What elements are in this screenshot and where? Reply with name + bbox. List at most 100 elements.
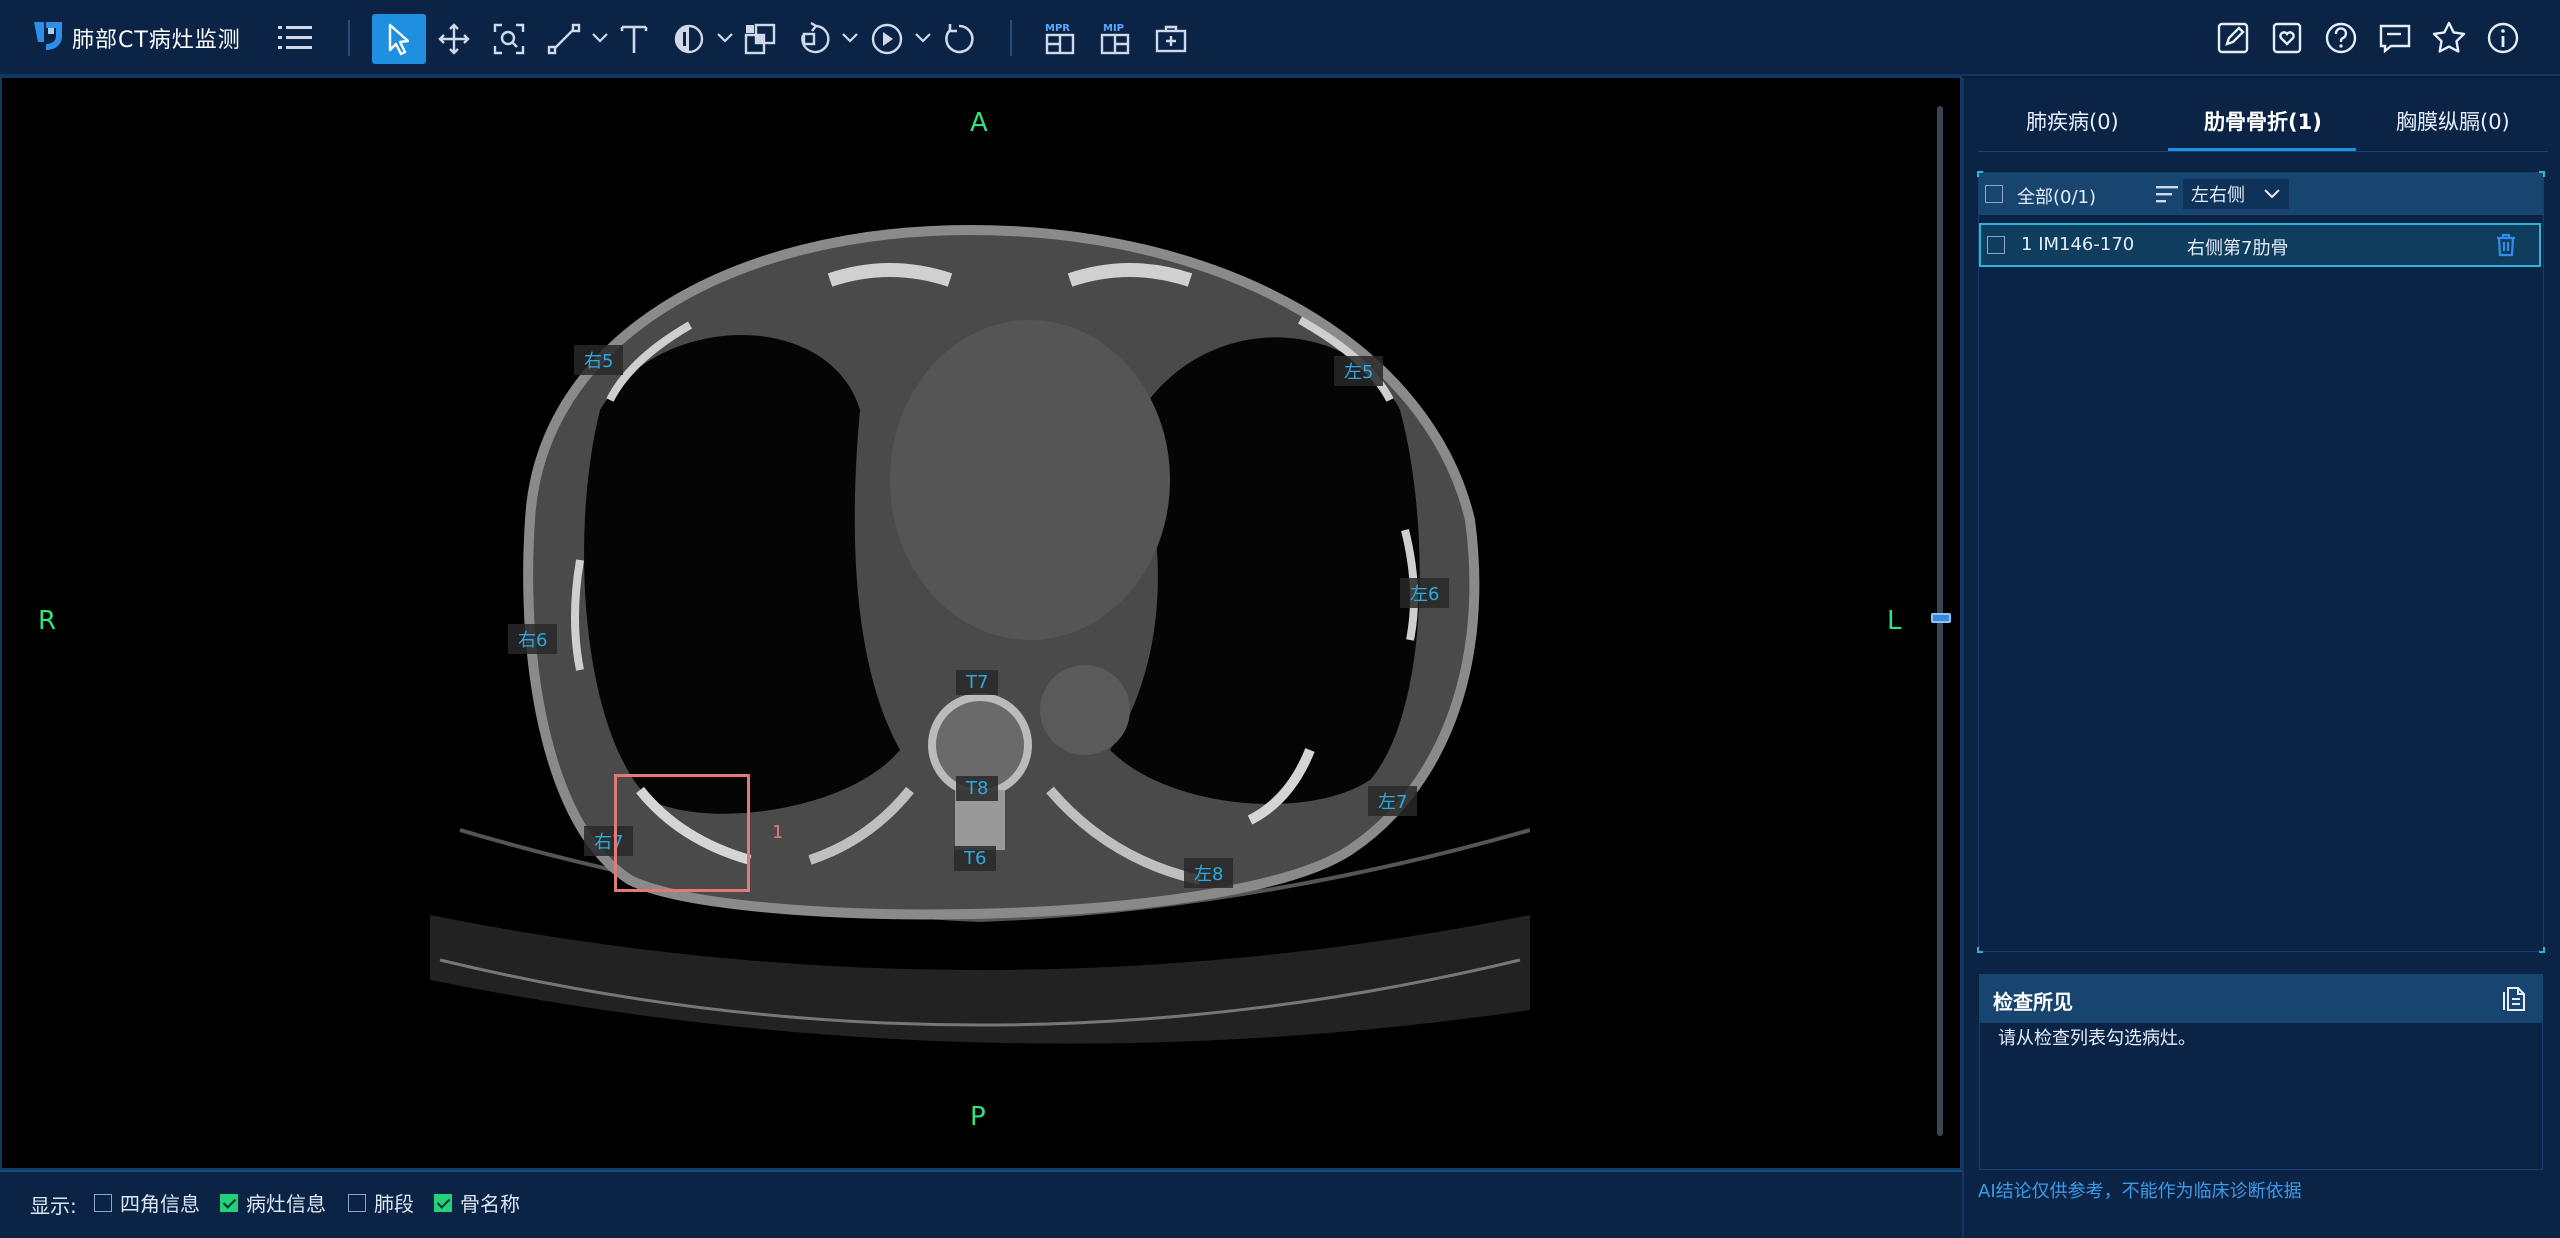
tab-lung-disease[interactable]: 肺疾病(0) (2026, 106, 2119, 136)
invert-tool[interactable] (733, 14, 787, 64)
sort-icon[interactable] (2155, 183, 2179, 205)
bone-label: 右5 (574, 345, 624, 375)
toolbar-separator (348, 20, 350, 56)
ai-disclaimer: AI结论仅供参考，不能作为临床诊断依据 (1978, 1181, 2302, 1202)
cine-play-tool[interactable] (860, 14, 914, 64)
help-icon (2325, 22, 2357, 54)
comment-button[interactable] (2374, 17, 2416, 59)
corner-mark (1977, 947, 1983, 953)
play-icon (871, 23, 903, 55)
tab-pleura-mediastinum[interactable]: 胸膜纵膈(0) (2396, 106, 2510, 136)
text-annotation-tool[interactable] (607, 14, 661, 64)
checkbox[interactable] (94, 1193, 112, 1212)
measure-line-tool[interactable] (537, 14, 591, 64)
info-button[interactable] (2482, 17, 2524, 59)
option-lesion-info[interactable]: 病灶信息 (220, 1188, 326, 1217)
bone-label: T8 (956, 776, 999, 801)
checkbox[interactable] (348, 1193, 366, 1212)
lesion-roi-index: 1 (772, 822, 784, 843)
orientation-posterior: P (970, 1102, 986, 1132)
option-label: 肺段 (374, 1192, 414, 1216)
svg-text:MPR: MPR (1045, 23, 1070, 34)
toolbox-icon (1155, 25, 1187, 53)
tabs-divider (1978, 151, 2548, 152)
select-all-label: 全部(0/1) (2017, 187, 2097, 208)
findings-title: 检查所见 (1993, 990, 2073, 1014)
delete-icon[interactable] (2495, 233, 2517, 257)
checkbox[interactable] (434, 1193, 452, 1212)
rotate-tool[interactable] (788, 14, 842, 64)
help-button[interactable] (2320, 17, 2362, 59)
copy-document-icon[interactable] (2501, 984, 2527, 1012)
row-bone-name: 右侧第7肋骨 (2187, 238, 2289, 259)
move-icon (438, 23, 470, 55)
side-filter-value: 左右侧 (2191, 185, 2245, 206)
option-corner-info[interactable]: 四角信息 (94, 1188, 200, 1217)
bone-label: T6 (954, 846, 997, 871)
chevron-down-icon (2264, 189, 2280, 199)
orientation-right: R (38, 606, 57, 636)
svg-text:MIP: MIP (1103, 23, 1124, 34)
orientation-left: L (1887, 606, 1902, 636)
chevron-down-icon[interactable] (840, 30, 860, 46)
text-icon (620, 25, 648, 53)
invert-icon (744, 23, 776, 55)
toolbox-button[interactable] (1144, 14, 1198, 64)
tab-rib-fracture[interactable]: 肋骨骨折(1) (2204, 106, 2322, 136)
corner-mark (2539, 947, 2545, 953)
bookmark-button[interactable] (2266, 17, 2308, 59)
option-lung-segment[interactable]: 肺段 (348, 1188, 414, 1217)
bookmark-heart-icon (2272, 22, 2302, 54)
toolbar-separator (1010, 20, 1012, 56)
option-bone-name[interactable]: 骨名称 (434, 1188, 520, 1217)
bone-label: 左8 (1184, 858, 1234, 888)
slice-scrollbar-thumb[interactable] (1931, 613, 1951, 623)
app-logo-icon (34, 22, 62, 50)
edit-icon (2217, 22, 2249, 54)
findings-text: 请从检查列表勾选病灶。 (1998, 1028, 2196, 1049)
mip-button[interactable]: MIP (1089, 14, 1143, 64)
window-level-tool[interactable] (662, 14, 716, 64)
mpr-button[interactable]: MPR (1034, 14, 1088, 64)
lesion-list (1978, 172, 2544, 952)
mip-icon: MIP (1100, 23, 1130, 55)
pointer-icon (388, 23, 410, 56)
row-index-range: 1 IM146-170 (2021, 234, 2135, 255)
zoom-icon (493, 23, 525, 55)
chevron-down-icon[interactable] (913, 30, 933, 46)
chevron-down-icon[interactable] (715, 30, 735, 46)
pan-tool[interactable] (427, 14, 481, 64)
row-checkbox[interactable] (1987, 236, 2005, 254)
bone-label: 左5 (1334, 356, 1384, 386)
orientation-anterior: A (970, 108, 988, 138)
star-icon (2432, 21, 2466, 53)
select-all-checkbox[interactable] (1985, 185, 2003, 203)
menu-list-icon[interactable] (276, 20, 314, 56)
display-label: 显示: (30, 1194, 77, 1218)
bone-label: T7 (956, 670, 999, 695)
checkbox[interactable] (220, 1193, 238, 1212)
rotate-icon (801, 21, 830, 54)
info-icon (2487, 22, 2519, 54)
bone-label: 左7 (1368, 786, 1418, 816)
comment-icon (2379, 24, 2411, 54)
side-filter-select[interactable]: 左右侧 (2183, 179, 2289, 209)
option-label: 骨名称 (460, 1192, 520, 1216)
lesion-roi-box[interactable] (614, 774, 750, 892)
lesion-list-header: 全部(0/1) 左右侧 (1979, 173, 2543, 215)
findings-header: 检查所见 (1979, 974, 2543, 1022)
ruler-icon (547, 23, 581, 55)
favorite-button[interactable] (2428, 17, 2470, 59)
option-label: 病灶信息 (246, 1192, 326, 1216)
bone-label: 右6 (508, 624, 558, 654)
ct-scan-image[interactable] (430, 190, 1530, 1090)
mpr-icon: MPR (1045, 23, 1075, 55)
option-label: 四角信息 (120, 1192, 200, 1216)
edit-report-button[interactable] (2212, 17, 2254, 59)
lesion-row[interactable]: 1 IM146-170 右侧第7肋骨 (1979, 223, 2541, 267)
select-pointer-tool[interactable] (372, 14, 426, 64)
zoom-region-tool[interactable] (482, 14, 536, 64)
reset-tool[interactable] (932, 14, 986, 64)
app-title: 肺部CT病灶监测 (72, 28, 241, 53)
reset-icon (945, 24, 974, 54)
